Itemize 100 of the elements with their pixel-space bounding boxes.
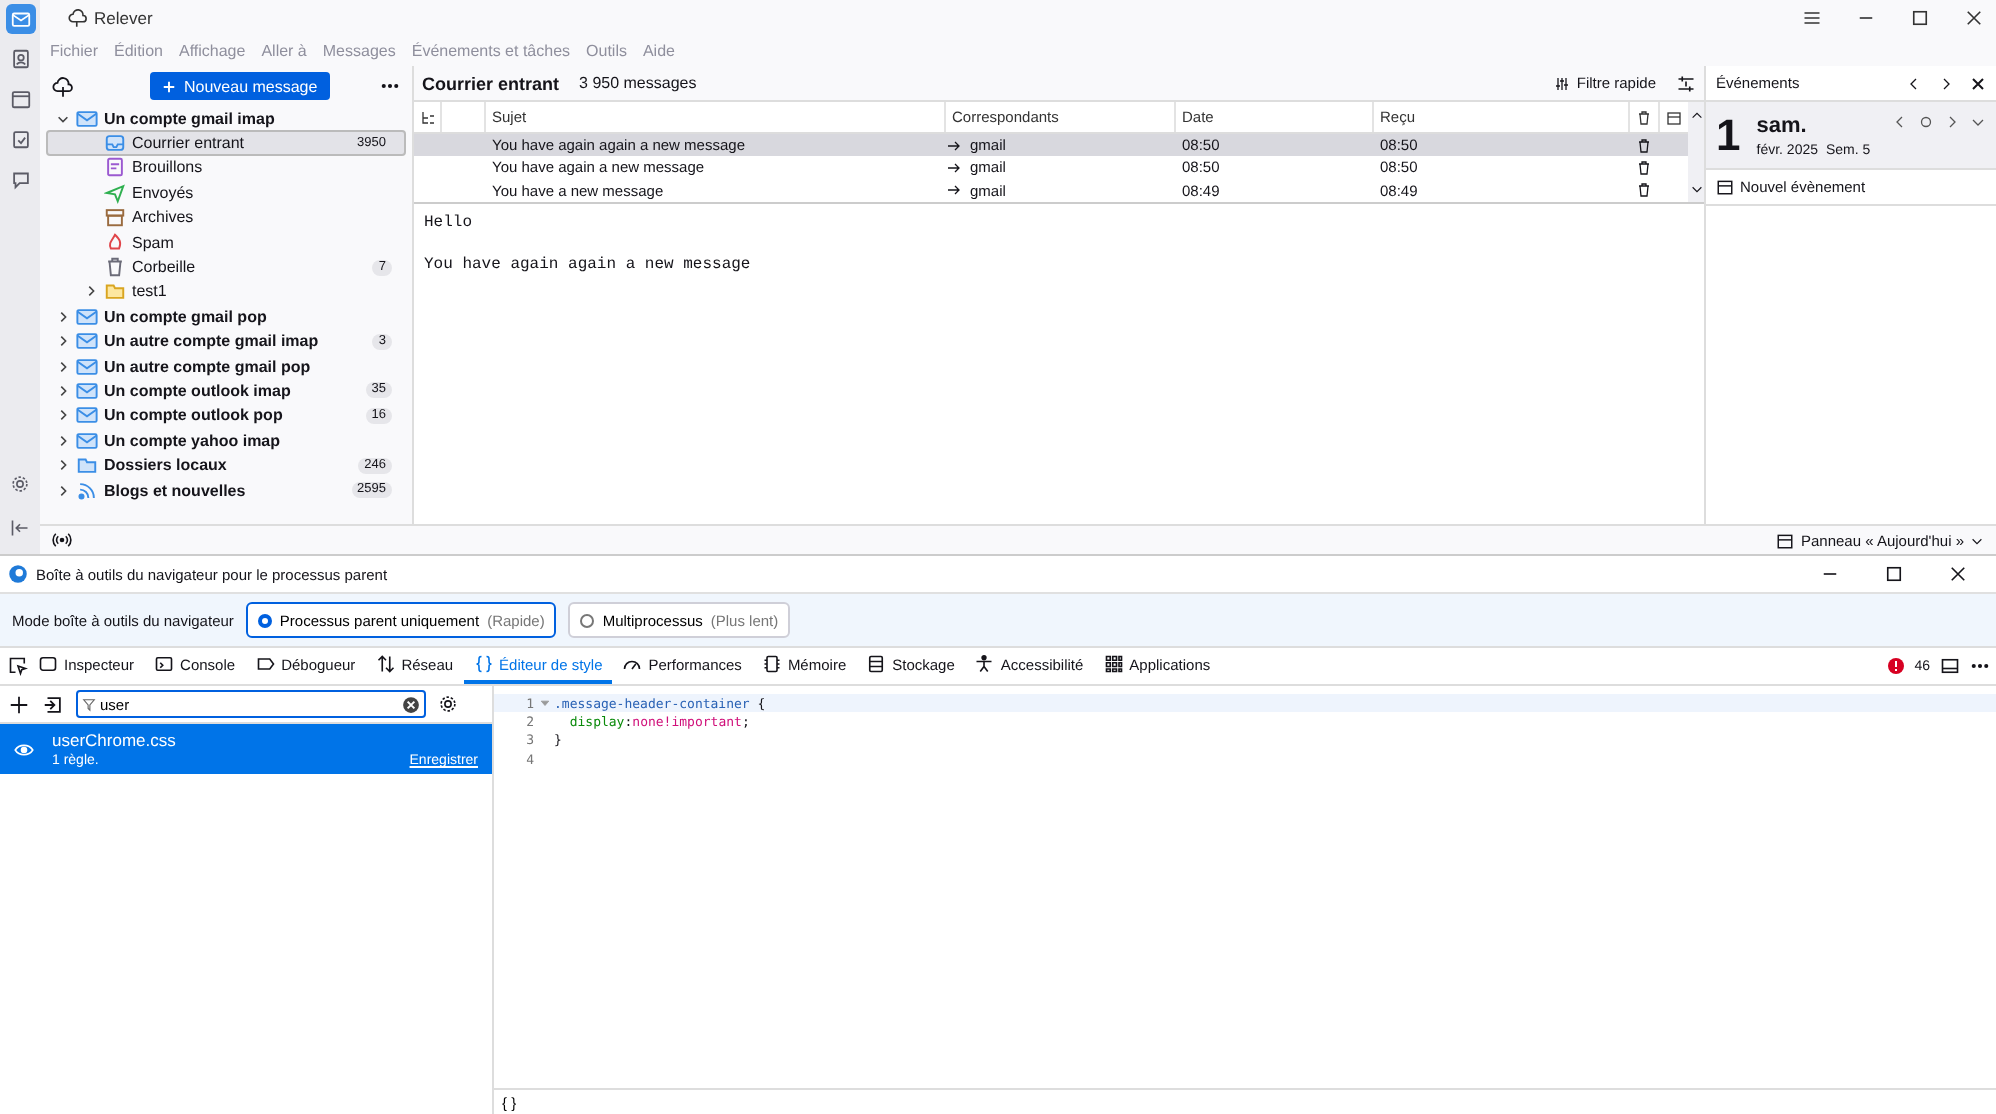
folder-icon bbox=[104, 280, 126, 303]
trash-icon[interactable] bbox=[1636, 137, 1652, 154]
braces-icon bbox=[473, 654, 494, 674]
close-icon[interactable] bbox=[1964, 8, 1984, 28]
folder-item[interactable]: Un autre compte gmail pop bbox=[46, 353, 406, 379]
settings-icon[interactable] bbox=[438, 694, 458, 714]
message-body-line: Hello bbox=[424, 213, 475, 232]
memory-icon bbox=[761, 654, 782, 674]
chevron-right-icon[interactable] bbox=[56, 309, 70, 324]
chevron-right-icon[interactable] bbox=[56, 383, 70, 398]
cloud-icon[interactable] bbox=[52, 75, 74, 97]
arrow-icon bbox=[946, 159, 962, 176]
folder-item[interactable]: Archives bbox=[46, 205, 406, 230]
scrollbar[interactable] bbox=[1688, 102, 1704, 202]
dock-icon[interactable] bbox=[1940, 656, 1960, 676]
day-number: 1 bbox=[1716, 109, 1741, 161]
arrow-icon bbox=[946, 182, 962, 199]
chevron-down-icon[interactable] bbox=[56, 111, 70, 126]
flame-icon bbox=[104, 231, 126, 254]
scroll-up-icon[interactable] bbox=[1689, 108, 1703, 122]
space-button[interactable] bbox=[5, 4, 35, 34]
collapse-icon[interactable] bbox=[10, 518, 30, 538]
folder-item[interactable]: Brouillons bbox=[46, 155, 406, 181]
next-icon[interactable] bbox=[1938, 75, 1954, 91]
close-icon[interactable] bbox=[1970, 75, 1986, 91]
debugger-icon bbox=[255, 654, 276, 674]
chevron-right-icon[interactable] bbox=[84, 284, 98, 299]
previous-icon[interactable] bbox=[1906, 75, 1922, 91]
new-message-button[interactable]: Nouveau message bbox=[150, 72, 330, 100]
accessibility-icon bbox=[974, 654, 995, 674]
maximize-icon[interactable] bbox=[1884, 564, 1904, 584]
trash-icon[interactable] bbox=[1636, 182, 1652, 199]
filter-icon bbox=[82, 697, 96, 711]
plus-icon bbox=[162, 79, 176, 93]
mail-account-icon bbox=[76, 380, 98, 402]
mail-account-icon bbox=[76, 330, 98, 353]
folder-item[interactable]: Un compte gmail imap bbox=[46, 106, 406, 131]
mail-account-icon bbox=[76, 355, 98, 378]
calendar-icon bbox=[9, 88, 31, 110]
chat-icon bbox=[9, 168, 31, 190]
mail-account-icon bbox=[76, 429, 98, 452]
calendar-icon[interactable] bbox=[1666, 109, 1682, 125]
weekday: sam. bbox=[1756, 113, 1809, 137]
mail-account-icon bbox=[76, 404, 98, 427]
mail-account-icon bbox=[76, 305, 98, 328]
error-icon bbox=[1888, 658, 1905, 674]
chevron-right-icon[interactable] bbox=[56, 408, 70, 423]
network-icon bbox=[375, 654, 396, 674]
chevron-right-icon[interactable] bbox=[56, 359, 70, 374]
radio-indicator[interactable] bbox=[257, 613, 272, 627]
grid-icon bbox=[1103, 654, 1124, 674]
window-title: Relever bbox=[94, 8, 153, 28]
thread-icon[interactable] bbox=[420, 109, 436, 125]
menu-icon[interactable] bbox=[1802, 8, 1822, 28]
sliders-icon bbox=[1554, 75, 1571, 91]
folder-item[interactable]: Envoyés bbox=[46, 180, 406, 206]
eye-icon[interactable] bbox=[14, 739, 34, 759]
radio-indicator[interactable] bbox=[580, 613, 595, 627]
folder-item[interactable]: Un compte gmail pop bbox=[46, 304, 406, 330]
message-body-line: You have again again a new message bbox=[424, 255, 753, 274]
chevron-down-icon[interactable] bbox=[1970, 114, 1986, 130]
mail-account-icon bbox=[76, 107, 98, 130]
next-icon[interactable] bbox=[1944, 114, 1960, 130]
cloud-icon bbox=[68, 8, 88, 28]
maximize-icon[interactable] bbox=[1910, 8, 1930, 28]
import-icon[interactable] bbox=[42, 693, 64, 715]
close-icon[interactable] bbox=[1948, 564, 1968, 584]
element-picker-icon[interactable] bbox=[8, 656, 28, 676]
folder-title: Courrier entrant bbox=[422, 73, 560, 93]
chevron-right-icon[interactable] bbox=[56, 433, 70, 448]
folder-item[interactable]: Un compte yahoo imap bbox=[46, 428, 406, 453]
calendar-icon bbox=[1776, 531, 1795, 549]
paper-plane-icon bbox=[104, 181, 126, 204]
archive-box-icon bbox=[104, 206, 126, 229]
fold-icon[interactable] bbox=[539, 698, 549, 709]
today-icon[interactable] bbox=[1918, 114, 1934, 130]
chevron-right-icon[interactable] bbox=[56, 334, 70, 349]
rss-icon bbox=[76, 479, 98, 502]
message-count: 3 950 messages bbox=[579, 74, 697, 92]
app-logo-icon bbox=[8, 564, 28, 584]
scroll-down-icon[interactable] bbox=[1689, 181, 1703, 196]
folder-item[interactable]: Spam bbox=[46, 229, 406, 255]
inspector-icon bbox=[38, 654, 58, 674]
chevron-right-icon[interactable] bbox=[56, 483, 70, 498]
layout-icon[interactable] bbox=[1676, 73, 1696, 93]
trash-icon[interactable] bbox=[1636, 109, 1652, 125]
trash-icon[interactable] bbox=[1636, 159, 1652, 176]
checklist-icon bbox=[9, 128, 31, 150]
add-icon[interactable] bbox=[8, 693, 30, 715]
inbox-icon bbox=[104, 132, 126, 155]
folder-item[interactable]: test1 bbox=[46, 279, 406, 305]
clear-icon[interactable] bbox=[402, 695, 420, 713]
previous-icon[interactable] bbox=[1892, 114, 1908, 130]
stylesheet-name: userChrome.css bbox=[52, 730, 178, 750]
chevron-right-icon[interactable] bbox=[56, 458, 70, 473]
trash-icon bbox=[104, 256, 126, 279]
mail-icon bbox=[9, 8, 31, 30]
caret-icon bbox=[1970, 533, 1984, 547]
calendar-icon bbox=[1716, 178, 1734, 196]
draft-icon bbox=[104, 156, 126, 179]
